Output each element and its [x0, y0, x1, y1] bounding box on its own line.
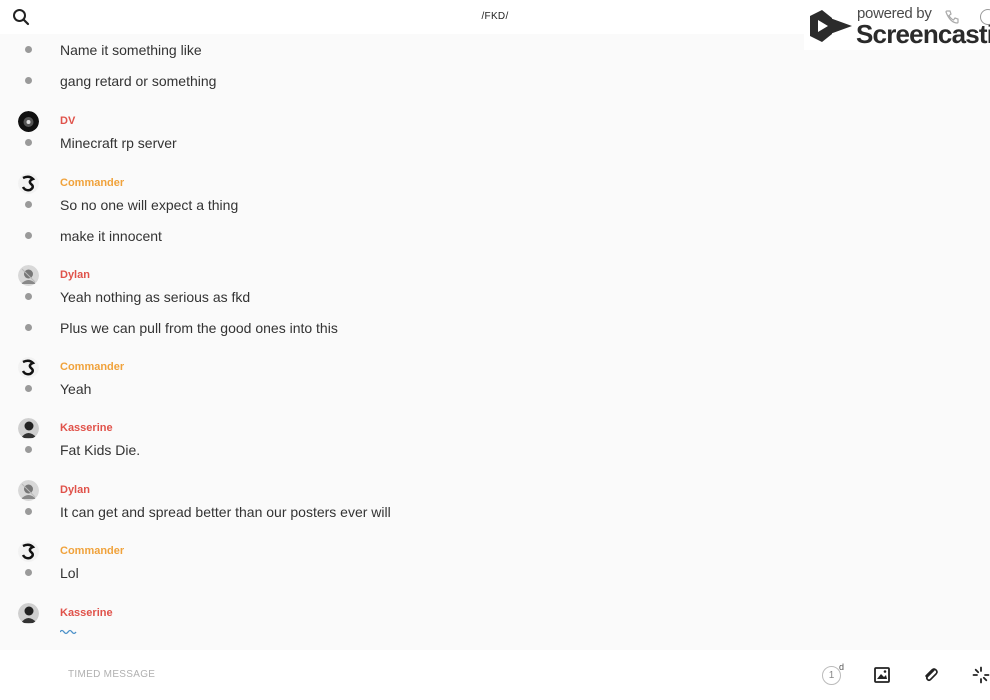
timer-unit: d [839, 662, 845, 672]
bullet-dot [25, 232, 32, 239]
avatar[interactable] [18, 265, 39, 286]
phone-icon[interactable] [944, 9, 960, 25]
avatar[interactable] [18, 541, 39, 562]
message-author[interactable]: DV [60, 115, 75, 127]
message-author[interactable]: Kasserine [60, 607, 113, 619]
message-text: Name it something like [60, 42, 202, 58]
message-text: Lol [60, 565, 79, 581]
emoji-partial-icon [60, 629, 77, 635]
bullet-dot [25, 324, 32, 331]
info-icon[interactable] [980, 9, 990, 25]
message-timer-button[interactable]: 1 d [822, 662, 846, 688]
message-list: Name it something like gang retard or so… [0, 34, 990, 650]
avatar[interactable] [18, 480, 39, 501]
bullet-dot [25, 46, 32, 53]
message-text: Plus we can pull from the good ones into… [60, 320, 338, 336]
message-text: Yeah [60, 381, 92, 397]
bullet-dot [25, 293, 32, 300]
message-text: It can get and spread better than our po… [60, 504, 391, 520]
timed-message-input[interactable] [68, 669, 368, 680]
message-author[interactable]: Commander [60, 361, 124, 373]
message-author[interactable]: Dylan [60, 269, 90, 281]
message-text: make it innocent [60, 228, 162, 244]
message-text: Minecraft rp server [60, 135, 177, 151]
paperclip-icon[interactable] [922, 666, 940, 684]
bullet-dot [25, 569, 32, 576]
avatar[interactable] [18, 111, 39, 132]
bullet-dot [25, 385, 32, 392]
message-text: gang retard or something [60, 73, 217, 89]
image-icon[interactable] [873, 666, 891, 684]
message-text: Yeah nothing as serious as fkd [60, 289, 251, 305]
message-text: So no one will expect a thing [60, 197, 239, 213]
message-author[interactable]: Kasserine [60, 422, 113, 434]
bullet-dot [25, 77, 32, 84]
bullet-dot [25, 139, 32, 146]
avatar[interactable] [18, 357, 39, 378]
avatar[interactable] [18, 418, 39, 439]
avatar[interactable] [18, 173, 39, 194]
bullet-dot [25, 201, 32, 208]
message-author[interactable]: Commander [60, 545, 124, 557]
composer-bar: 1 d [0, 650, 990, 700]
avatar[interactable] [18, 603, 39, 624]
bullet-dot [25, 508, 32, 515]
message-author[interactable]: Commander [60, 177, 124, 189]
message-author[interactable]: Dylan [60, 484, 90, 496]
spinner-icon[interactable] [972, 666, 990, 684]
bullet-dot [25, 446, 32, 453]
message-text: Fat Kids Die. [60, 442, 141, 458]
